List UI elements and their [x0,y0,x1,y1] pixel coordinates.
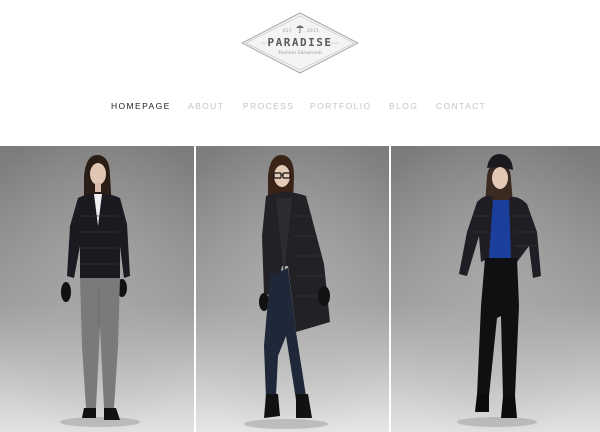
nav-item-process[interactable]: PROCESS [243,101,294,111]
main-navigation: HOMEPAGE ABOUT PROCESS PORTFOLIO BLOG CO… [0,101,600,115]
nav-item-contact[interactable]: CONTACT [436,101,486,111]
logo-year-label: 2015 [307,28,320,33]
site-logo[interactable]: EST 2015 PARADISE Fashion Showroom [241,12,359,74]
logo-tagline: Fashion Showroom [278,51,322,56]
site-header: EST 2015 PARADISE Fashion Showroom HOMEP… [0,0,600,146]
nav-item-portfolio[interactable]: PORTFOLIO [310,101,372,111]
umbrella-icon [295,24,305,33]
photo-gallery [0,146,600,432]
logo-established-label: EST [283,28,293,33]
gallery-image-2[interactable] [196,146,389,432]
gallery-image-1[interactable] [0,146,194,432]
gallery-image-3[interactable] [391,146,600,432]
nav-item-homepage[interactable]: HOMEPAGE [111,101,171,111]
nav-item-about[interactable]: ABOUT [188,101,224,111]
logo-brand-name: PARADISE [267,36,333,49]
nav-item-blog[interactable]: BLOG [389,101,418,111]
